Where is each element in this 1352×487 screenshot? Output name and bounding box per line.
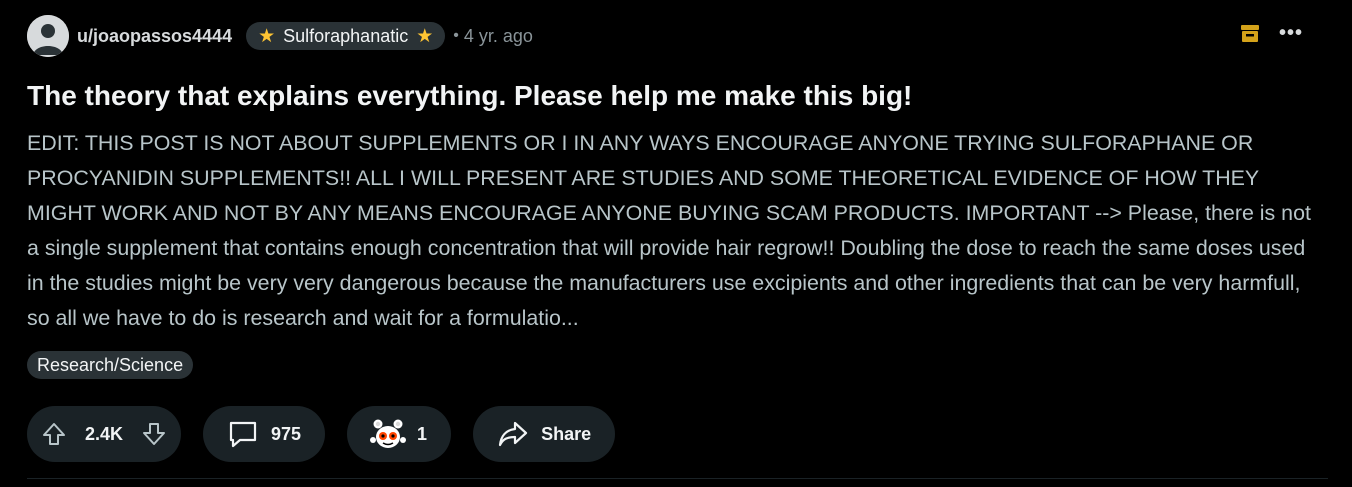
award-icon: [369, 417, 407, 451]
post-body[interactable]: EDIT: THIS POST IS NOT ABOUT SUPPLEMENTS…: [27, 126, 1317, 336]
award-button[interactable]: 1: [347, 406, 452, 462]
author-username[interactable]: u/joaopassos4444: [77, 26, 232, 47]
share-label: Share: [541, 423, 592, 444]
user-flair: ★ Sulforaphanatic ★: [246, 22, 446, 50]
comment-count: 975: [271, 423, 302, 444]
award-count: 1: [417, 423, 428, 444]
meta-separator: •: [453, 27, 459, 44]
comments-button[interactable]: 975: [203, 406, 326, 462]
post-flair-tag[interactable]: Research/Science: [27, 351, 194, 379]
user-flair-label: Sulforaphanatic: [283, 25, 409, 46]
post-action-bar: 2.4K 975 1 Share: [27, 406, 1327, 462]
header-actions: •••: [1239, 22, 1303, 44]
post-title[interactable]: The theory that explains everything. Ple…: [27, 78, 1327, 114]
vote-count: 2.4K: [84, 423, 124, 444]
star-icon: ★: [416, 25, 434, 47]
vote-control: 2.4K: [27, 406, 181, 462]
archive-icon[interactable]: [1239, 22, 1261, 44]
share-button[interactable]: Share: [473, 406, 616, 462]
post-meta-row: u/joaopassos4444 ★ Sulforaphanatic ★ • 4…: [27, 14, 1327, 58]
post-card[interactable]: u/joaopassos4444 ★ Sulforaphanatic ★ • 4…: [27, 14, 1327, 462]
divider: [27, 478, 1328, 479]
post-timestamp: 4 yr. ago: [463, 25, 533, 46]
more-options-icon[interactable]: •••: [1279, 23, 1303, 43]
default-avatar-icon: [27, 15, 69, 57]
star-icon: ★: [258, 25, 276, 47]
share-arrow-icon: [497, 420, 529, 448]
avatar[interactable]: [27, 15, 69, 57]
comment-bubble-icon: [227, 418, 259, 450]
upvote-arrow-icon[interactable]: [41, 421, 67, 447]
downvote-arrow-icon[interactable]: [141, 421, 167, 447]
